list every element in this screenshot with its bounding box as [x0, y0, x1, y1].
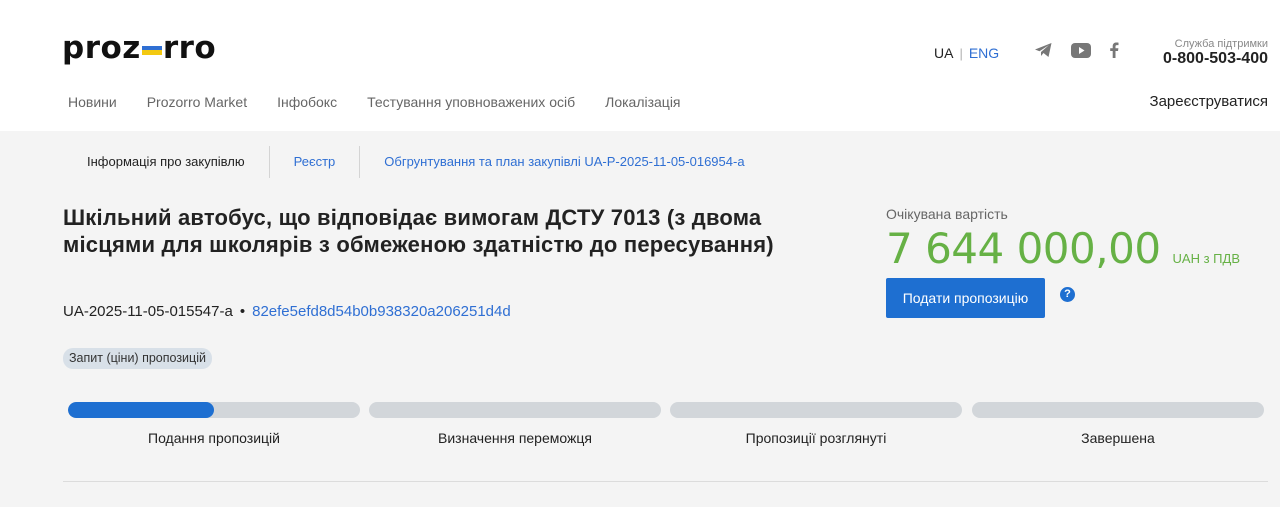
stage-progress-bar: [369, 402, 661, 418]
stage-reviewed: Пропозиції розглянуті: [670, 402, 962, 446]
tab-info[interactable]: Інформація про закупівлю: [63, 147, 269, 177]
stage-completed: Завершена: [972, 402, 1264, 446]
stage-progress-bar: [972, 402, 1264, 418]
expected-value-currency: UAH з ПДВ: [1172, 251, 1240, 266]
logo-text-right: rro: [162, 30, 217, 66]
stage-progress-fill: [68, 402, 214, 418]
tender-id: UA-2025-11-05-015547-a: [63, 303, 233, 320]
stage-submission: Подання пропозицій: [68, 402, 360, 446]
language-switcher: UA | ENG: [934, 45, 999, 61]
help-icon[interactable]: ?: [1060, 287, 1075, 302]
stage-progress-bar: [68, 402, 360, 418]
tender-tabs: Інформація про закупівлю Реєстр Обгрунту…: [63, 146, 769, 178]
expected-value-amount: 7 644 000,00: [886, 224, 1161, 273]
logo-text-left: proz: [62, 30, 141, 66]
nav-item-testing[interactable]: Тестування уповноважених осіб: [367, 94, 575, 110]
nav-item-market[interactable]: Prozorro Market: [147, 94, 247, 110]
stage-progress-bar: [670, 402, 962, 418]
procurement-type-badge: Запит (ціни) пропозицій: [63, 348, 212, 369]
tab-plan[interactable]: Обгрунтування та план закупівлі UA-P-202…: [360, 147, 768, 177]
id-separator: •: [239, 303, 246, 320]
support-label: Служба підтримки: [1174, 38, 1268, 50]
stage-label: Завершена: [1081, 430, 1155, 446]
section-divider: [63, 481, 1268, 482]
tender-title: Шкільний автобус, що відповідає вимогам …: [63, 205, 774, 257]
support-contact: Служба підтримки 0-800-503-400: [1163, 38, 1268, 68]
expected-value-label: Очікувана вартість: [886, 206, 1008, 222]
tender-hash-link[interactable]: 82efe5efd8d54b0b938320a206251d4d: [252, 303, 511, 320]
expected-value: 7 644 000,00 UAH з ПДВ: [886, 224, 1240, 273]
facebook-icon[interactable]: [1109, 42, 1119, 58]
main-nav: Новини Prozorro Market Інфобокс Тестуван…: [68, 94, 681, 110]
stage-label: Подання пропозицій: [148, 430, 280, 446]
stage-label: Пропозиції розглянуті: [745, 430, 887, 446]
tender-ids: UA-2025-11-05-015547-a • 82efe5efd8d54b0…: [63, 303, 511, 320]
stage-winner: Визначення переможця: [369, 402, 661, 446]
register-link[interactable]: Зареєструватися: [1150, 93, 1268, 110]
prozorro-logo[interactable]: proz rro: [62, 30, 216, 66]
ukraine-flag-icon: [141, 45, 162, 55]
tab-registry[interactable]: Реєстр: [270, 147, 360, 177]
site-header: proz rro UA | ENG Служба підтримки 0-800…: [0, 0, 1280, 131]
nav-item-localization[interactable]: Локалізація: [605, 94, 680, 110]
nav-item-news[interactable]: Новини: [68, 94, 117, 110]
stage-label: Визначення переможця: [438, 430, 592, 446]
submit-offer-button[interactable]: Подати пропозицію: [886, 278, 1045, 318]
youtube-icon[interactable]: [1071, 42, 1091, 58]
nav-item-infobox[interactable]: Інфобокс: [277, 94, 337, 110]
lang-separator: |: [959, 45, 963, 61]
support-phone[interactable]: 0-800-503-400: [1163, 50, 1268, 68]
lang-eng[interactable]: ENG: [969, 45, 999, 61]
tender-panel: Інформація про закупівлю Реєстр Обгрунту…: [0, 131, 1280, 507]
telegram-icon[interactable]: [1034, 42, 1053, 58]
social-links: [1034, 42, 1119, 58]
lang-ua[interactable]: UA: [934, 45, 953, 61]
